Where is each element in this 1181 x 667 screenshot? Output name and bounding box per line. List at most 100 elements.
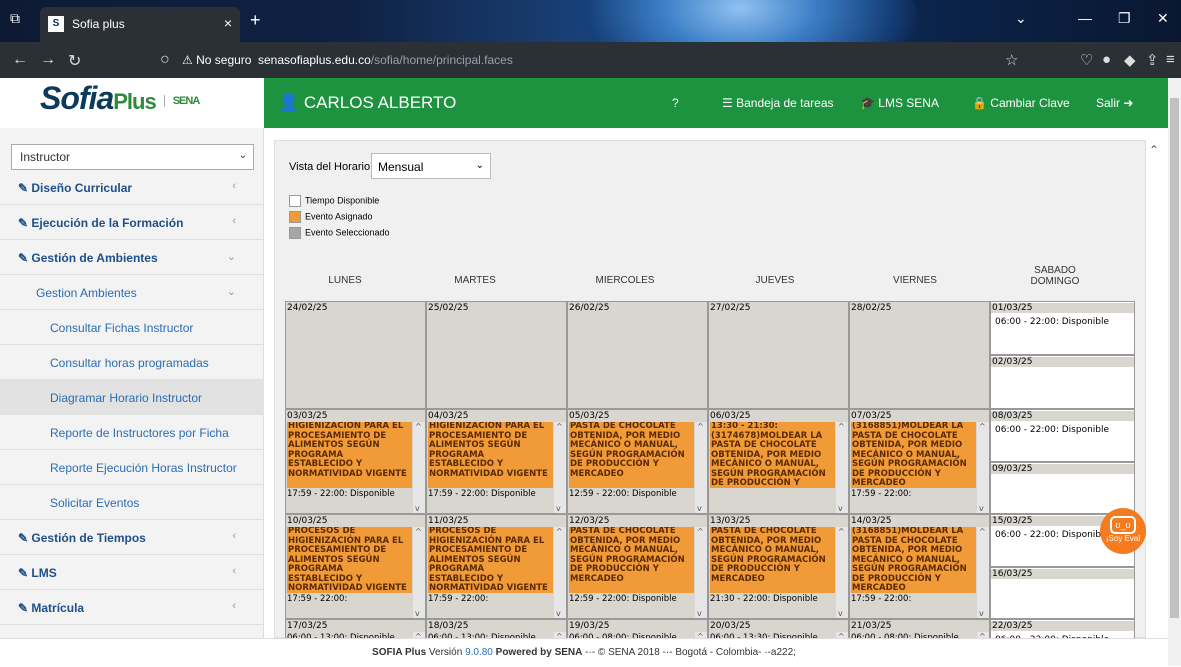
time-slot[interactable]: 17:59 - 22:00: [287,594,412,605]
weekend-cell[interactable]: 22/03/2506:00 - 22:00: Disponible [990,619,1135,639]
scroll-down-icon[interactable]: v [697,504,702,513]
logout-link[interactable]: Salir ➜ [1096,96,1133,110]
day-cell[interactable]: 25/02/25 [426,301,567,409]
time-slot[interactable]: 17:59 - 22:00: Disponible [287,489,412,500]
close-window-icon[interactable]: ✕ [1157,10,1169,27]
scroll-up-icon[interactable]: ^ [415,422,422,431]
sidebar-link-solicitar-eventos[interactable]: Solicitar Eventos [0,485,264,520]
event-block[interactable]: (3168851)MOLDEAR LA PASTA DE CHOCOLATE O… [851,527,976,593]
scroll-up-icon[interactable]: ^ [838,422,845,431]
reload-icon[interactable]: ↻ [68,51,81,71]
change-password-link[interactable]: 🔒 Cambiar Clave [972,96,1070,110]
event-block[interactable]: (3168851)MOLDEAR LA PASTA DE CHOCOLATE O… [851,422,976,488]
day-cell[interactable]: 13/03/25 PASTA DE CHOCOLATE OBTENIDA, POR… [708,514,849,619]
url-field[interactable]: senasofiaplus.edu.co/sofia/home/principa… [258,53,513,67]
sidebar-item-ejecucion[interactable]: ✎ Ejecución de la Formación ‹ [0,205,264,240]
day-cell[interactable]: 28/02/25 [849,301,990,409]
weekend-availability[interactable]: 06:00 - 22:00: Disponible [995,317,1109,327]
event-block[interactable]: PASTA DE CHOCOLATE OBTENIDA, POR MEDIO M… [569,422,694,488]
sidebar-link-reporte-ejecucion[interactable]: Reporte Ejecución Horas Instructor [0,450,264,485]
sidebar-item-diseno[interactable]: ✎ Diseño Curricular ‹ [0,170,264,205]
scroll-down-icon[interactable]: v [415,609,420,618]
cell-scrollbar[interactable]: ^v [554,527,566,618]
day-cell[interactable]: 17/03/2506:00 - 13:00: Disponible^v [285,619,426,639]
cell-scrollbar[interactable]: ^v [977,527,989,618]
share-icon[interactable]: ⇪ [1146,51,1159,69]
scroll-down-icon[interactable]: v [979,609,984,618]
day-cell[interactable]: 27/02/25 [708,301,849,409]
day-cell[interactable]: 03/03/25 HIGIENIZACIÓN PARA EL PROCESAMIE… [285,409,426,514]
weekend-cell[interactable]: 16/03/25 [990,566,1135,619]
view-select[interactable]: Mensual ⌄ [371,153,491,179]
event-block[interactable]: PROCESOS DE HIGIENIZACIÓN PARA EL PROCES… [287,527,412,593]
time-slot[interactable]: 17:59 - 22:00: [851,594,976,605]
event-block[interactable]: PASTA DE CHOCOLATE OBTENIDA, POR MEDIO M… [710,527,835,593]
weekend-availability[interactable]: 06:00 - 22:00: Disponible [995,425,1109,435]
scroll-up-icon[interactable]: ^ [697,422,704,431]
weekend-availability[interactable]: 06:00 - 22:00: Disponible [995,530,1109,540]
day-cell[interactable]: 06/03/25 13:30 - 21:30: (3174678)MOLDEAR … [708,409,849,514]
day-cell[interactable]: 11/03/25 PROCESOS DE HIGIENIZACIÓN PARA E… [426,514,567,619]
sidebar-link-diagramar-horario[interactable]: Diagramar Horario Instructor [0,380,264,415]
day-cell[interactable]: 14/03/25 (3168851)MOLDEAR LA PASTA DE CHO… [849,514,990,619]
sidebar-item-lms[interactable]: ✎ LMS ‹ [0,555,264,590]
time-slot[interactable]: 17:59 - 22:00: [851,489,976,500]
time-slot[interactable]: 12:59 - 22:00: Disponible [569,594,694,605]
event-block[interactable]: 13:30 - 21:30: (3174678)MOLDEAR LA PASTA… [710,422,835,488]
close-tab-icon[interactable]: × [224,15,232,31]
sidebar-item-gestion-tiempos[interactable]: ✎ Gestión de Tiempos ‹ [0,520,264,555]
lms-sena-link[interactable]: 🎓 LMS SENA [860,96,939,110]
shield-icon[interactable]: ○ [160,51,170,69]
day-cell[interactable]: 07/03/25 (3168851)MOLDEAR LA PASTA DE CHO… [849,409,990,514]
scroll-down-icon[interactable]: v [979,504,984,513]
forward-icon[interactable]: → [40,51,56,69]
scroll-up-icon[interactable]: ^ [979,422,986,431]
bookmark-star-icon[interactable]: ☆ [1005,51,1018,69]
soy-eval-badge[interactable]: ʊ_ʊ ¡Soy Eval [1100,508,1146,554]
extensions-icon[interactable]: ◆ [1124,51,1136,69]
role-select[interactable]: Instructor ⌄ [11,144,254,170]
cell-scrollbar[interactable]: ^v [413,527,425,618]
scroll-up-icon[interactable]: ^ [838,527,845,536]
cell-scrollbar[interactable]: ^v [836,422,848,513]
day-cell[interactable]: 24/02/25 [285,301,426,409]
scroll-down-icon[interactable]: v [838,609,843,618]
time-slot[interactable]: 12:59 - 22:00: Disponible [569,489,694,500]
weekend-cell[interactable]: 08/03/25 06:00 - 22:00: Disponible [990,409,1135,462]
back-icon[interactable]: ← [12,51,28,69]
security-label[interactable]: ⚠ No seguro [182,53,251,67]
day-cell[interactable]: 21/03/2506:00 - 08:00: Disponible^v [849,619,990,639]
weekend-cell[interactable]: 01/03/25 06:00 - 22:00: Disponible [990,301,1135,355]
cell-scrollbar[interactable]: ^v [977,422,989,513]
sidebar-subitem-gestion-ambientes[interactable]: Gestion Ambientes ⌄ [0,275,264,310]
help-icon[interactable]: ? [672,96,679,110]
browser-tab[interactable]: S Sofia plus × [40,7,240,42]
scroll-up-icon[interactable]: ^ [556,422,563,431]
day-cell[interactable]: 04/03/25 HIGIENIZACIÓN PARA EL PROCESAMIE… [426,409,567,514]
day-cell[interactable]: 26/02/25 [567,301,708,409]
pocket-icon[interactable]: ♡ [1080,51,1093,69]
event-block[interactable]: HIGIENIZACIÓN PARA EL PROCESAMIENTO DE A… [428,422,553,488]
day-cell[interactable]: 18/03/2506:00 - 13:00: Disponible^v [426,619,567,639]
scroll-down-icon[interactable]: v [415,504,420,513]
scroll-up-icon[interactable]: ^ [556,527,563,536]
sidebar-link-consultar-horas[interactable]: Consultar horas programadas [0,345,264,380]
day-cell[interactable]: 20/03/2506:00 - 13:30: Disponible^v [708,619,849,639]
sofia-logo[interactable]: SofiaPlus SENA [40,80,200,117]
scrollbar-thumb[interactable] [1170,98,1179,618]
scroll-down-icon[interactable]: v [556,504,561,513]
menu-icon[interactable]: ≡ [1166,51,1175,68]
event-block[interactable]: PASTA DE CHOCOLATE OBTENIDA, POR MEDIO M… [569,527,694,593]
scroll-down-icon[interactable]: v [697,609,702,618]
time-slot[interactable]: 17:59 - 22:00: Disponible [428,489,553,500]
day-cell[interactable]: 10/03/25 PROCESOS DE HIGIENIZACIÓN PARA E… [285,514,426,619]
time-slot[interactable]: 17:59 - 22:00: [428,594,553,605]
scroll-up-icon[interactable]: ^ [979,527,986,536]
weekend-cell[interactable]: 02/03/25 [990,355,1135,409]
sidebar-link-reporte-instructores[interactable]: Reporte de Instructores por Ficha [0,415,264,450]
user-name[interactable]: 👤 CARLOS ALBERTO [278,93,456,113]
scroll-down-icon[interactable]: v [556,609,561,618]
day-cell[interactable]: 05/03/25 PASTA DE CHOCOLATE OBTENIDA, POR… [567,409,708,514]
minimize-icon[interactable]: — [1078,10,1092,26]
dropdown-icon[interactable]: ⌄ [1015,10,1027,27]
